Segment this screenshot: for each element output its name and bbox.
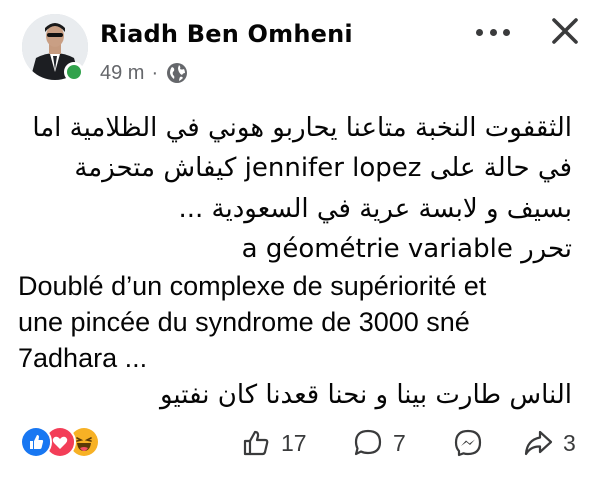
post-text-line: الناس طارت بينا و نحنا قعدنا كان نفتيو bbox=[159, 380, 572, 410]
online-status-indicator bbox=[64, 62, 84, 82]
comment-icon bbox=[354, 429, 382, 456]
like-icon bbox=[20, 426, 52, 458]
messenger-icon bbox=[454, 429, 482, 457]
post-text-line: Doublé d’un complexe de supériorité et bbox=[18, 271, 487, 301]
author-name[interactable]: Riadh Ben Omheni bbox=[100, 20, 353, 48]
post-time[interactable]: 49 m bbox=[100, 62, 144, 85]
facebook-post: Riadh Ben Omheni 49 m · الثقفوت النخبة م… bbox=[0, 0, 600, 480]
share-count: 3 bbox=[563, 429, 576, 456]
like-count: 17 bbox=[281, 429, 307, 456]
share-icon bbox=[524, 430, 553, 456]
comment-button[interactable]: 7 bbox=[352, 426, 406, 460]
post-text-line: في حالة على jennifer lopez كيفاش متحزمة bbox=[74, 153, 572, 183]
share-button[interactable]: 3 bbox=[522, 426, 576, 460]
post-text-line: 7adhara ... bbox=[18, 343, 148, 373]
reaction-summary[interactable] bbox=[20, 426, 110, 460]
close-icon[interactable] bbox=[548, 14, 582, 48]
like-button[interactable]: 17 bbox=[240, 426, 307, 460]
post-text-line: بسيف و لابسة عرية في السعودية ... bbox=[178, 194, 572, 224]
post-text-line: une pincée du syndrome de 3000 sné bbox=[18, 307, 470, 337]
globe-icon[interactable] bbox=[166, 62, 188, 84]
thumbs-up-icon bbox=[243, 430, 269, 456]
post-meta: 49 m · bbox=[100, 60, 188, 86]
messenger-button[interactable] bbox=[452, 426, 484, 460]
more-options-icon[interactable] bbox=[476, 22, 510, 42]
post-text-line: الثقفوت النخبة متاعنا يحاربو هوني في الظ… bbox=[32, 113, 572, 143]
comment-count: 7 bbox=[393, 429, 406, 456]
post-text-line: تحرر a géométrie variable bbox=[241, 234, 572, 264]
meta-separator: · bbox=[151, 61, 159, 84]
post-header: Riadh Ben Omheni 49 m · bbox=[0, 0, 600, 92]
